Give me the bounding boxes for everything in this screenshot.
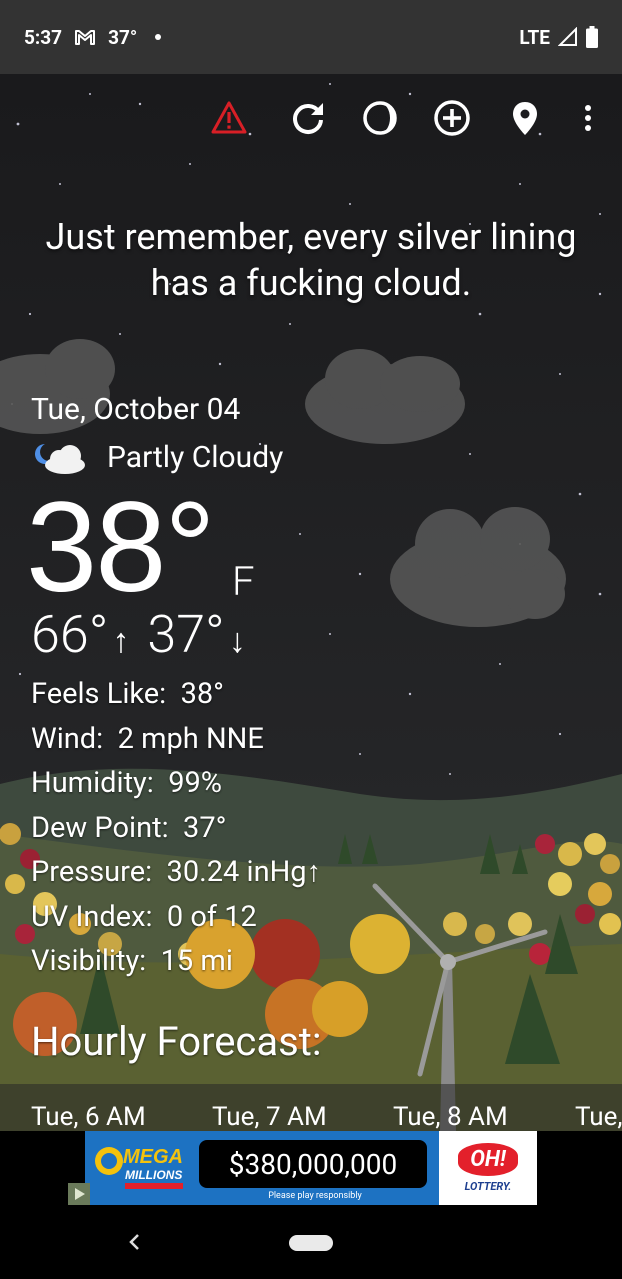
detail-value: 30.24 inHg↑: [166, 855, 322, 889]
status-time: 5:37: [24, 25, 63, 49]
detail-value: 99%: [168, 766, 223, 800]
mega-millions-logo: MEGA MILLIONS: [95, 1146, 183, 1189]
signal-icon: [558, 27, 577, 46]
ad-disclaimer: Please play responsibly: [268, 1191, 362, 1201]
detail-label: Wind:: [31, 721, 104, 756]
location-button[interactable]: [503, 96, 547, 140]
detail-label: Dew Point:: [31, 810, 169, 845]
current-date: Tue, October 04: [31, 392, 241, 427]
detail-value: 38°: [180, 677, 225, 711]
quote-text: Just remember, every silver lining has a…: [45, 216, 577, 304]
detail-label: Visibility:: [31, 944, 147, 978]
detail-value: 15 mi: [160, 944, 233, 978]
alert-button[interactable]: [207, 96, 251, 140]
detail-label: Feels Like:: [31, 677, 167, 711]
detail-value: 2 mph NNE: [117, 721, 264, 756]
detail-row: Visibility: 15 mi: [31, 939, 321, 984]
lottery-logo-text: LOTTERY.: [464, 1180, 512, 1193]
detail-value: 37°: [183, 810, 227, 845]
current-temperature: 38°: [26, 476, 216, 619]
status-bar: 5:37 37° LTE: [0, 0, 622, 74]
add-location-button[interactable]: [430, 96, 474, 140]
oh-logo-text: OH!: [458, 1143, 518, 1176]
ad-choices-icon[interactable]: [68, 1183, 90, 1205]
detail-row: Dew Point: 37°: [31, 806, 321, 851]
hourly-item[interactable]: Tue, 7 AM: [212, 1102, 327, 1131]
weather-details: Feels Like: 38° Wind: 2 mph NNE Humidity…: [31, 672, 321, 984]
ad-banner[interactable]: MEGA MILLIONS $380,000,000 Please play r…: [85, 1131, 537, 1205]
more-vert-icon: [585, 105, 591, 131]
theme-button[interactable]: [358, 96, 402, 140]
low-temp: 37°: [147, 604, 225, 665]
condition-label: Partly Cloudy: [107, 439, 284, 475]
battery-icon: [586, 26, 598, 48]
condition-row: Partly Cloudy: [31, 438, 283, 476]
detail-value: 0 of 12: [166, 899, 257, 934]
high-low-row: 66° ↑ 37° ↓: [31, 604, 246, 665]
status-network: LTE: [519, 25, 550, 49]
weather-app-screen: 5:37 37° LTE Just remember, every silver…: [0, 0, 622, 1279]
arrow-up-icon: ↑: [112, 621, 130, 661]
detail-row: Pressure: 30.24 inHg↑: [31, 850, 321, 895]
jackpot-amount: $380,000,000: [199, 1140, 427, 1188]
hourly-item[interactable]: Tue, 8 AM: [393, 1102, 508, 1131]
weather-scene: Just remember, every silver lining has a…: [0, 74, 622, 1131]
hourly-forecast-title: Hourly Forecast:: [31, 1018, 322, 1065]
alert-icon: [211, 101, 247, 134]
detail-label: Pressure:: [31, 855, 153, 889]
location-pin-icon: [513, 102, 537, 135]
detail-row: Feels Like: 38°: [31, 672, 321, 717]
high-temp: 66°: [31, 604, 109, 665]
refresh-button[interactable]: [286, 96, 330, 140]
notification-dot: [155, 34, 162, 40]
navigation-bar: [0, 1205, 622, 1279]
ohio-lottery-logo: OH! LOTTERY.: [439, 1131, 537, 1205]
arrow-down-icon: ↓: [228, 621, 246, 661]
status-temp: 37°: [108, 25, 138, 49]
detail-row: UV Index: 0 of 12: [31, 895, 321, 940]
high-temp-group: 66° ↑: [31, 604, 129, 665]
detail-label: UV Index:: [31, 899, 153, 934]
back-icon[interactable]: [124, 1229, 144, 1255]
top-toolbar: [0, 96, 622, 140]
add-location-icon: [434, 100, 470, 136]
theme-icon: [363, 101, 397, 135]
refresh-icon: [293, 103, 323, 134]
detail-label: Humidity:: [31, 766, 154, 800]
svg-text:MEGA: MEGA: [123, 1146, 183, 1168]
detail-row: Humidity: 99%: [31, 761, 321, 806]
low-temp-group: 37° ↓: [147, 604, 245, 665]
more-options-button[interactable]: [566, 96, 610, 140]
hourly-item[interactable]: Tue, 6 AM: [31, 1102, 146, 1131]
svg-text:MILLIONS: MILLIONS: [125, 1168, 182, 1182]
detail-row: Wind: 2 mph NNE: [31, 717, 321, 762]
hourly-item[interactable]: Tue,: [575, 1102, 622, 1131]
hourly-forecast-strip[interactable]: Tue, 6 AM Tue, 7 AM Tue, 8 AM Tue,: [0, 1084, 622, 1131]
partly-cloudy-night-icon: [35, 444, 85, 474]
home-pill[interactable]: [289, 1235, 333, 1251]
temperature-unit[interactable]: F: [232, 558, 255, 605]
gmail-icon: [75, 30, 96, 45]
